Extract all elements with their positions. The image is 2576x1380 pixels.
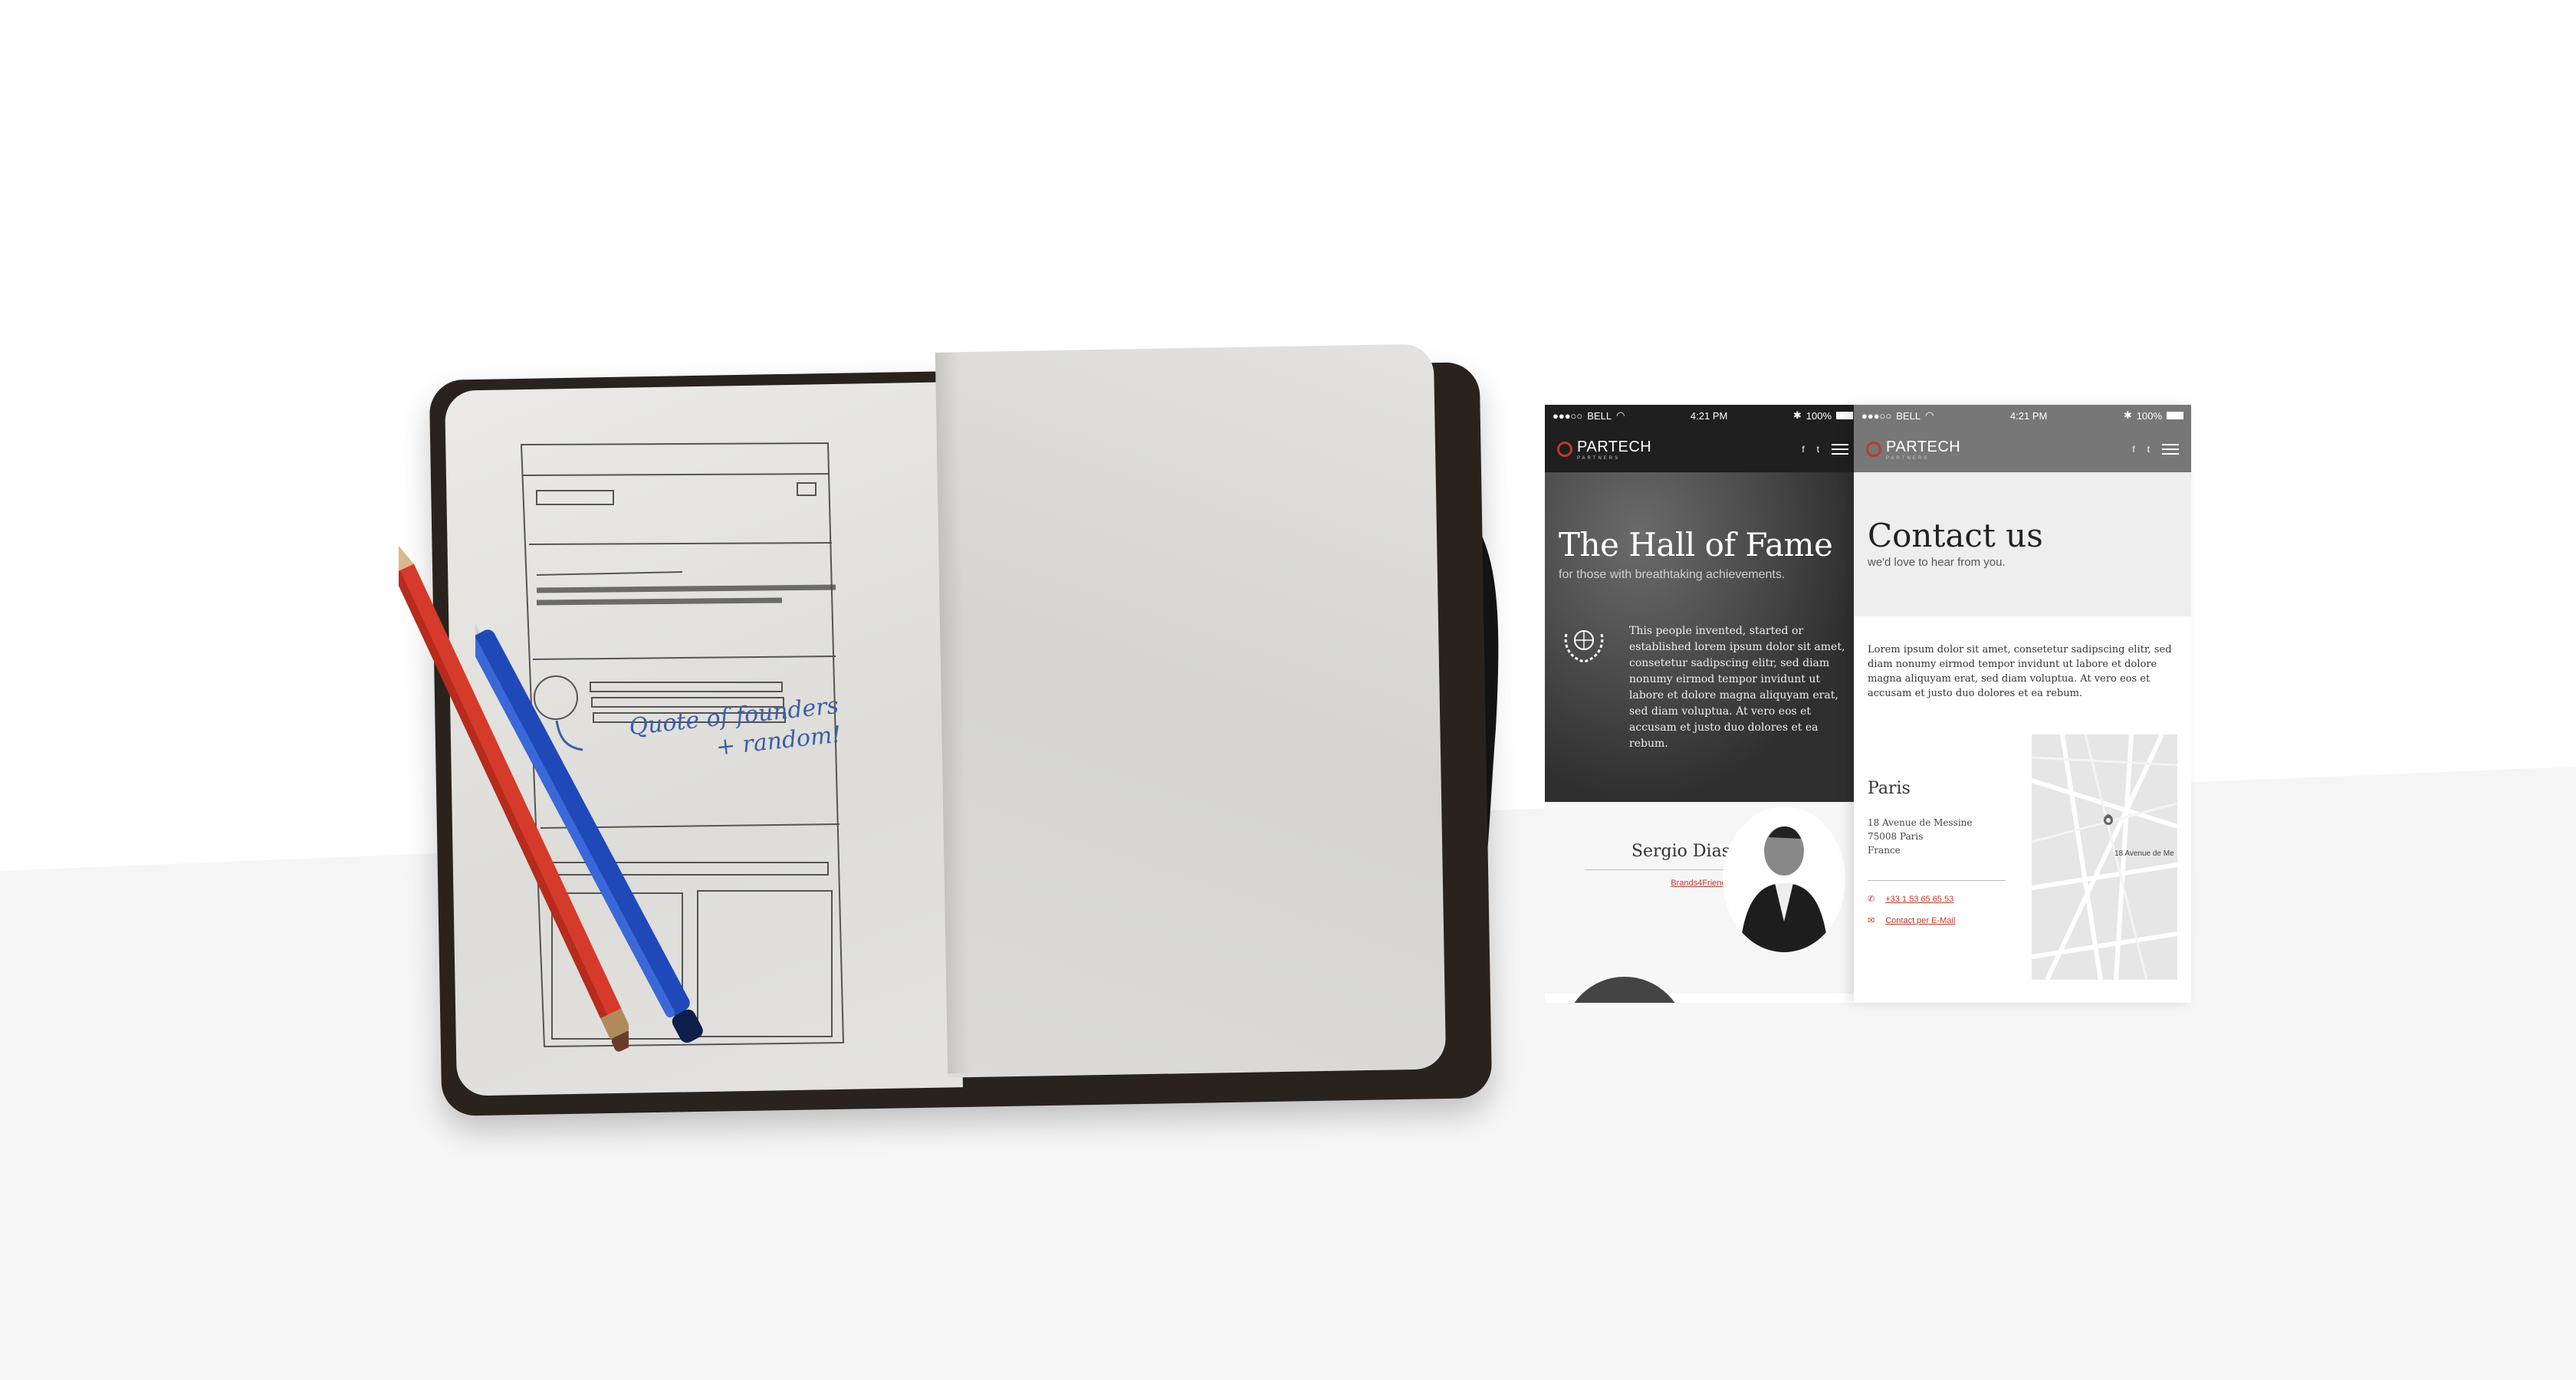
office-divider (1868, 880, 2006, 881)
logo-mark-icon (1557, 442, 1572, 457)
person-portrait-icon (1740, 826, 1829, 952)
office-address: 18 Avenue de Messine 75008 Paris France (1868, 816, 1973, 857)
status-bar: ●●●○○ BELL ◠ 4:21 PM ✱ 100% (1854, 405, 2191, 426)
facebook-icon[interactable]: f (1802, 444, 1804, 455)
status-time: 4:21 PM (2009, 409, 2048, 422)
logo-subtext: PARTNERS (1577, 455, 1621, 461)
logo-text: PARTECH (1886, 438, 1961, 455)
profile-card: Sergio Dias Brands4Friends (1545, 802, 1861, 1003)
notebook-right-page (935, 343, 1447, 1078)
hall-intro-text: This people invented, started or establi… (1629, 625, 1845, 750)
battery-icon (1836, 412, 1853, 419)
office-map[interactable]: 18 Avenue de Me (2032, 734, 2177, 980)
page-title: The Hall of Fame (1559, 526, 1833, 564)
logo-text: PARTECH (1577, 438, 1652, 455)
phone-number: +33 1 53 65 65 53 (1885, 894, 1954, 904)
page-title: Contact us (1868, 517, 2043, 554)
laurel-award-icon (1564, 630, 1604, 663)
notebook: Quote of founders + random! (399, 343, 1499, 1116)
battery-percent: 100% (2136, 409, 2162, 422)
address-line-1: 18 Avenue de Messine (1868, 817, 1973, 828)
twitter-icon[interactable]: t (2147, 444, 2150, 455)
hall-of-fame-hero: The Hall of Fame for those with breathta… (1545, 472, 1861, 802)
page-subtitle: for those with breathtaking achievements… (1559, 568, 1786, 581)
nav-bar: PARTECH PARTNERS f t (1545, 426, 1861, 472)
twitter-icon[interactable]: t (1817, 444, 1819, 455)
nav-bar: PARTECH PARTNERS f t (1854, 426, 2191, 472)
menu-icon[interactable] (1832, 444, 1848, 455)
brand-logo[interactable]: PARTECH PARTNERS (1557, 439, 1651, 461)
menu-icon[interactable] (2162, 444, 2179, 455)
office-section: Paris 18 Avenue de Messine 75008 Paris F… (1854, 734, 2191, 980)
address-line-3: France (1868, 845, 1901, 856)
wifi-icon: ◠ (1925, 409, 1934, 421)
contact-intro-text: Lorem ipsum dolor sit amet, consetetur s… (1868, 644, 2172, 699)
status-bar: ●●●○○ BELL ◠ 4:21 PM ✱ 100% (1545, 405, 1861, 426)
page-subtitle: we'd love to hear from you. (1868, 556, 2006, 569)
phone-link[interactable]: ✆ +33 1 53 65 65 53 (1868, 894, 1954, 905)
blue-pen (475, 612, 703, 1043)
email-label: Contact per E-Mail (1885, 915, 1956, 925)
status-time: 4:21 PM (1690, 409, 1728, 422)
profile-avatar-next[interactable] (1563, 977, 1686, 1003)
logo-subtext: PARTNERS (1886, 455, 1930, 461)
email-link[interactable]: ✉ Contact per E-Mail (1868, 915, 1956, 926)
profile-divider (1585, 869, 1730, 870)
phone-hall-of-fame: ●●●○○ BELL ◠ 4:21 PM ✱ 100% PARTECH PART… (1545, 405, 1861, 1003)
office-city: Paris (1868, 779, 1911, 798)
logo-mark-icon (1866, 442, 1881, 457)
brand-logo[interactable]: PARTECH PARTNERS (1866, 439, 1960, 461)
carrier: BELL (1896, 409, 1921, 422)
signal-icon: ●●●○○ (1552, 409, 1583, 422)
profile-company-link[interactable]: Brands4Friends (1671, 879, 1730, 888)
carrier: BELL (1587, 409, 1612, 422)
battery-icon (2167, 412, 2183, 419)
facebook-icon[interactable]: f (2132, 444, 2134, 455)
phone-contact: ●●●○○ BELL ◠ 4:21 PM ✱ 100% PARTECH PART… (1854, 405, 2191, 1003)
bluetooth-icon: ✱ (2123, 409, 2132, 421)
bluetooth-icon: ✱ (1792, 409, 1802, 421)
profile-avatar[interactable] (1723, 807, 1845, 952)
contact-header: Contact us we'd love to hear from you. (1854, 472, 2191, 616)
map-pin-label: 18 Avenue de Me (2114, 849, 2174, 858)
signal-icon: ●●●○○ (1861, 409, 1892, 422)
phone-icon: ✆ (1868, 895, 1875, 904)
wifi-icon: ◠ (1616, 409, 1625, 421)
profile-name: Sergio Dias (1631, 842, 1730, 861)
address-line-2: 75008 Paris (1868, 831, 1924, 842)
battery-percent: 100% (1806, 409, 1832, 422)
mail-icon: ✉ (1868, 916, 1875, 925)
